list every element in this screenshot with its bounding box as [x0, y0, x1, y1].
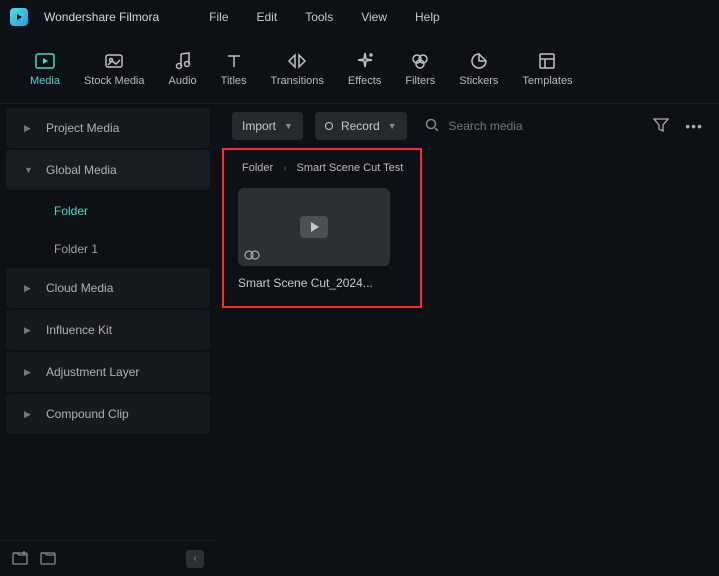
tool-stickers[interactable]: Stickers: [459, 51, 498, 87]
menu-tools[interactable]: Tools: [305, 10, 333, 24]
action-right-icons: •••: [653, 118, 703, 135]
menubar: File Edit Tools View Help: [209, 10, 440, 24]
sidebar-global-media[interactable]: ▼ Global Media: [6, 150, 210, 190]
chevron-down-icon: ▼: [284, 121, 293, 131]
toolbar: Media Stock Media Audio Titles Transitio…: [0, 34, 719, 104]
menu-edit[interactable]: Edit: [257, 10, 278, 24]
main-panel: Import ▼ Record ▼ •••: [216, 104, 719, 576]
breadcrumb-current: Smart Scene Cut Test: [297, 162, 404, 174]
record-icon: [325, 122, 333, 130]
tool-transitions[interactable]: Transitions: [271, 51, 324, 87]
sidebar-project-media[interactable]: ▶ Project Media: [6, 108, 210, 148]
tool-effects[interactable]: Effects: [348, 51, 381, 87]
caret-right-icon: ▶: [24, 325, 34, 336]
sticker-icon: [469, 51, 489, 71]
sidebar-influence-kit[interactable]: ▶ Influence Kit: [6, 310, 210, 350]
clip-thumbnail[interactable]: [238, 188, 390, 266]
sidebar: ▶ Project Media ▼ Global Media Folder Fo…: [0, 104, 216, 576]
tool-filters-label: Filters: [405, 75, 435, 87]
filters-icon: [410, 51, 430, 71]
sidebar-item-label: Compound Clip: [46, 407, 129, 421]
breadcrumb: Folder › Smart Scene Cut Test: [238, 162, 406, 174]
tool-stock-media-label: Stock Media: [84, 75, 145, 87]
search-box: [419, 118, 642, 135]
menu-file[interactable]: File: [209, 10, 228, 24]
sidebar-item-label: Project Media: [46, 121, 119, 135]
search-icon: [425, 118, 439, 135]
tool-titles[interactable]: Titles: [221, 51, 247, 87]
chevron-right-icon: ›: [283, 163, 286, 174]
sidebar-item-label: Folder: [54, 204, 88, 218]
sidebar-cloud-media[interactable]: ▶ Cloud Media: [6, 268, 210, 308]
titlebar: Wondershare Filmora File Edit Tools View…: [0, 0, 719, 34]
new-project-icon[interactable]: [12, 551, 28, 567]
actionbar: Import ▼ Record ▼ •••: [216, 104, 719, 148]
menu-view[interactable]: View: [361, 10, 387, 24]
app-logo: [10, 8, 28, 26]
filter-icon[interactable]: [653, 118, 669, 135]
tool-stock-media[interactable]: Stock Media: [84, 51, 145, 87]
play-icon: [300, 216, 328, 238]
caret-right-icon: ▶: [24, 367, 34, 378]
collapse-sidebar-button[interactable]: ‹: [186, 550, 204, 568]
caret-down-icon: ▼: [24, 165, 34, 175]
sidebar-adjustment-layer[interactable]: ▶ Adjustment Layer: [6, 352, 210, 392]
sidebar-item-label: Global Media: [46, 163, 117, 177]
cloud-download-icon: [104, 51, 124, 71]
template-icon: [537, 51, 557, 71]
import-button[interactable]: Import ▼: [232, 112, 303, 140]
tool-templates-label: Templates: [522, 75, 572, 87]
media-icon: [35, 51, 55, 71]
record-button[interactable]: Record ▼: [315, 112, 407, 140]
transition-icon: [287, 51, 307, 71]
clip-label: Smart Scene Cut_2024...: [238, 276, 406, 290]
subclip-icon: [244, 248, 260, 260]
sidebar-folder1[interactable]: Folder 1: [0, 230, 216, 268]
tool-filters[interactable]: Filters: [405, 51, 435, 87]
sidebar-bottom: ‹: [0, 540, 216, 576]
app-title: Wondershare Filmora: [44, 10, 159, 24]
caret-right-icon: ▶: [24, 283, 34, 294]
caret-right-icon: ▶: [24, 123, 34, 134]
search-input[interactable]: [449, 119, 569, 133]
tool-effects-label: Effects: [348, 75, 381, 87]
sidebar-item-label: Cloud Media: [46, 281, 113, 295]
tool-templates[interactable]: Templates: [522, 51, 572, 87]
tool-media[interactable]: Media: [30, 51, 60, 87]
tool-stickers-label: Stickers: [459, 75, 498, 87]
record-label: Record: [341, 119, 380, 133]
sidebar-item-label: Folder 1: [54, 242, 98, 256]
import-label: Import: [242, 119, 276, 133]
sidebar-item-label: Influence Kit: [46, 323, 112, 337]
music-note-icon: [173, 51, 193, 71]
sidebar-item-label: Adjustment Layer: [46, 365, 139, 379]
highlight-callout: Folder › Smart Scene Cut Test Smart Scen…: [222, 148, 422, 308]
sparkle-icon: [355, 51, 375, 71]
content: ▶ Project Media ▼ Global Media Folder Fo…: [0, 104, 719, 576]
tool-titles-label: Titles: [221, 75, 247, 87]
breadcrumb-root[interactable]: Folder: [242, 162, 273, 174]
tool-media-label: Media: [30, 75, 60, 87]
new-folder-icon[interactable]: [40, 551, 56, 567]
more-options-icon[interactable]: •••: [685, 118, 703, 134]
caret-right-icon: ▶: [24, 409, 34, 420]
tool-audio[interactable]: Audio: [169, 51, 197, 87]
menu-help[interactable]: Help: [415, 10, 440, 24]
chevron-down-icon: ▼: [388, 121, 397, 131]
text-icon: [224, 51, 244, 71]
sidebar-compound-clip[interactable]: ▶ Compound Clip: [6, 394, 210, 434]
tool-transitions-label: Transitions: [271, 75, 324, 87]
sidebar-folder[interactable]: Folder: [0, 192, 216, 230]
tool-audio-label: Audio: [169, 75, 197, 87]
